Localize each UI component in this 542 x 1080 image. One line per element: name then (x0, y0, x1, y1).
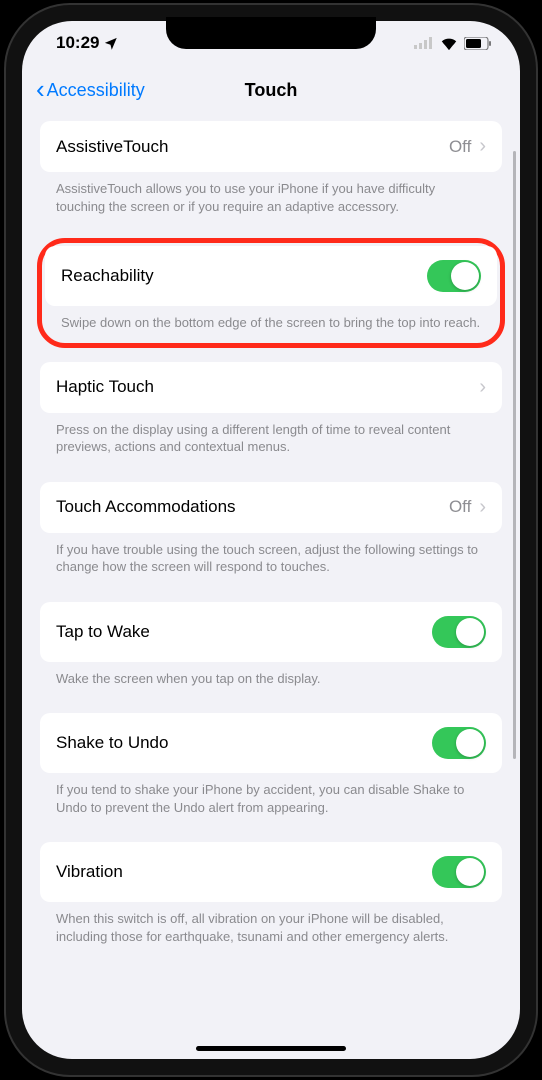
toggle-tap-to-wake[interactable] (432, 616, 486, 648)
group-vibration: Vibration When this switch is off, all v… (40, 842, 502, 963)
row-label: Touch Accommodations (56, 497, 236, 517)
back-label: Accessibility (47, 80, 145, 101)
group-accommodations: Touch Accommodations Off › If you have t… (40, 482, 502, 594)
row-label: AssistiveTouch (56, 137, 168, 157)
chevron-right-icon: › (479, 496, 486, 519)
chevron-right-icon: › (479, 135, 486, 158)
footer-text: Swipe down on the bottom edge of the scr… (45, 306, 497, 340)
status-time: 10:29 (56, 33, 99, 53)
row-label: Reachability (61, 266, 154, 286)
row-label: Haptic Touch (56, 377, 154, 397)
group-tapwake: Tap to Wake Wake the screen when you tap… (40, 602, 502, 706)
toggle-knob (456, 618, 484, 646)
chevron-right-icon: › (479, 376, 486, 399)
phone-frame: 10:29 ‹ Accessibility (6, 5, 536, 1075)
page-title: Touch (245, 80, 298, 101)
row-label: Shake to Undo (56, 733, 168, 753)
row-shake-to-undo[interactable]: Shake to Undo (40, 713, 502, 773)
group-shake: Shake to Undo If you tend to shake your … (40, 713, 502, 834)
chevron-left-icon: ‹ (36, 76, 45, 102)
row-label: Tap to Wake (56, 622, 150, 642)
scroll-indicator (513, 151, 516, 759)
toggle-reachability[interactable] (427, 260, 481, 292)
toggle-knob (451, 262, 479, 290)
row-value: Off (449, 137, 471, 157)
nav-bar: ‹ Accessibility Touch (22, 65, 520, 115)
battery-icon (464, 37, 492, 50)
group-assistivetouch: AssistiveTouch Off › AssistiveTouch allo… (40, 121, 502, 233)
screen: 10:29 ‹ Accessibility (22, 21, 520, 1059)
location-icon (103, 36, 118, 51)
toggle-shake-to-undo[interactable] (432, 727, 486, 759)
row-haptic-touch[interactable]: Haptic Touch › (40, 362, 502, 413)
footer-text: Press on the display using a different l… (40, 413, 502, 474)
footer-text: AssistiveTouch allows you to use your iP… (40, 172, 502, 233)
row-touch-accommodations[interactable]: Touch Accommodations Off › (40, 482, 502, 533)
row-vibration[interactable]: Vibration (40, 842, 502, 902)
footer-text: Wake the screen when you tap on the disp… (40, 662, 502, 706)
group-haptic: Haptic Touch › Press on the display usin… (40, 362, 502, 474)
row-tap-to-wake[interactable]: Tap to Wake (40, 602, 502, 662)
row-value: Off (449, 497, 471, 517)
row-reachability[interactable]: Reachability (45, 246, 497, 306)
footer-text: If you have trouble using the touch scre… (40, 533, 502, 594)
toggle-knob (456, 858, 484, 886)
footer-text: If you tend to shake your iPhone by acci… (40, 773, 502, 834)
row-assistivetouch[interactable]: AssistiveTouch Off › (40, 121, 502, 172)
status-bar: 10:29 (22, 21, 520, 65)
toggle-vibration[interactable] (432, 856, 486, 888)
row-label: Vibration (56, 862, 123, 882)
cellular-icon (414, 37, 434, 49)
highlight-annotation: Reachability Swipe down on the bottom ed… (37, 238, 505, 348)
wifi-icon (440, 37, 458, 50)
settings-content[interactable]: AssistiveTouch Off › AssistiveTouch allo… (22, 115, 520, 1059)
toggle-knob (456, 729, 484, 757)
footer-text: When this switch is off, all vibration o… (40, 902, 502, 963)
home-indicator[interactable] (196, 1046, 346, 1051)
back-button[interactable]: ‹ Accessibility (36, 78, 145, 102)
